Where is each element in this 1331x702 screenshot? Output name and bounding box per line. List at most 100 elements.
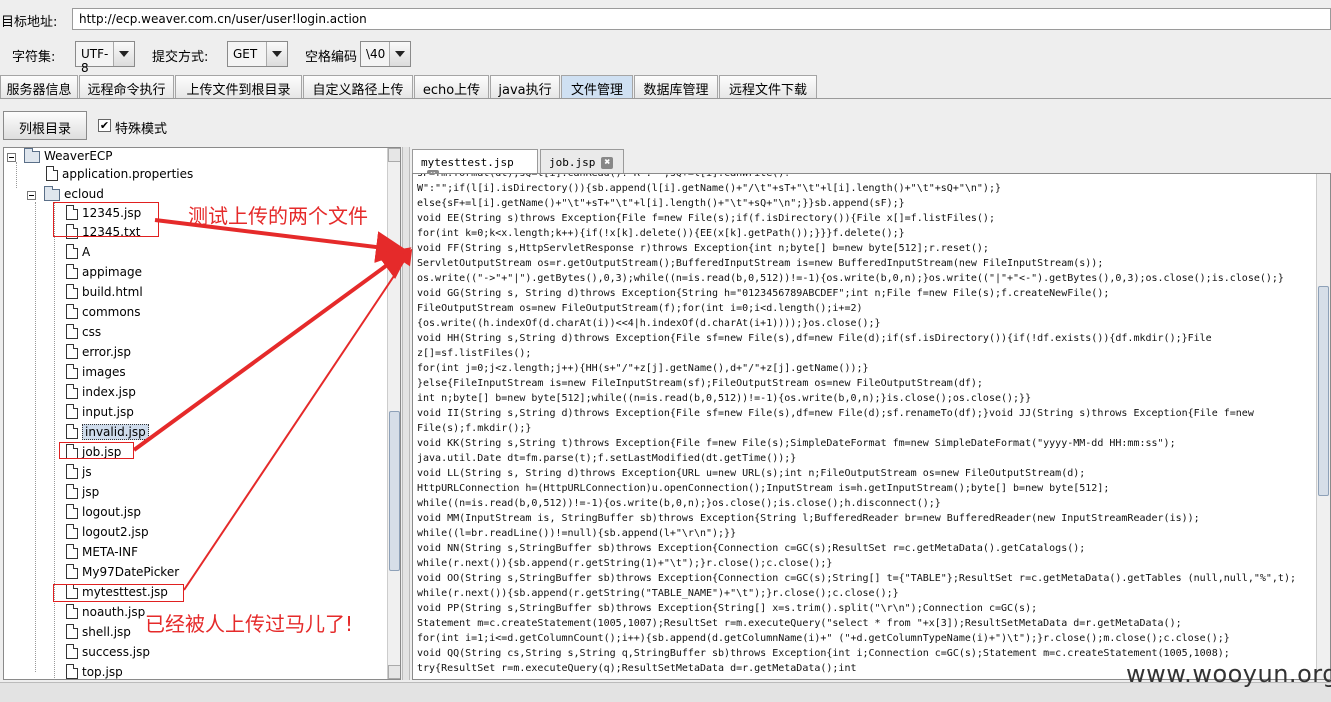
editor-tab-job[interactable]: job.jsp ✖ <box>540 149 624 173</box>
tree-node-label: invalid.jsp <box>82 423 149 440</box>
tree-node-file[interactable]: js <box>66 464 92 484</box>
tree-node-file[interactable]: index.jsp <box>66 384 136 404</box>
code-editor[interactable]: sF=fm.format(dt);sQ=l[i].canRead()?"R":"… <box>412 173 1331 680</box>
editor-tabs: mytesttest.jsp✖ job.jsp ✖ <box>412 147 1331 182</box>
tree-node-file[interactable]: jsp <box>66 484 99 504</box>
tree-node-file[interactable]: build.html <box>66 284 143 304</box>
tree-node-label: build.html <box>82 284 143 299</box>
folder-icon <box>24 148 40 163</box>
code-line: while((l=br.readLine())!=null){sb.append… <box>417 528 737 539</box>
tree-node-file-selected[interactable]: invalid.jsp <box>66 423 149 444</box>
editor-tab-label: mytesttest.jsp <box>421 156 514 169</box>
tree-node-label: noauth.jsp <box>82 604 146 619</box>
tree-node-label: shell.jsp <box>82 624 131 639</box>
scroll-up-icon[interactable] <box>388 148 400 162</box>
collapse-toggle[interactable] <box>27 191 36 200</box>
code-line: void FF(String s,HttpServletResponse r)t… <box>417 243 989 254</box>
special-mode-checkbox[interactable]: ✔ <box>98 119 111 132</box>
space-encoding-label: 空格编码 <box>305 50 358 65</box>
tab-java-exec[interactable]: java执行 <box>490 75 560 98</box>
charset-select[interactable]: UTF-8 <box>75 41 135 75</box>
tree-node-file[interactable]: logout.jsp <box>66 504 141 524</box>
scroll-thumb[interactable] <box>1318 286 1329 496</box>
space-encoding-select[interactable]: \40 <box>360 41 411 67</box>
code-line: }else{FileInputStream is=new FileInputSt… <box>417 378 983 389</box>
tree-node-file[interactable]: commons <box>66 304 141 324</box>
collapse-toggle[interactable] <box>7 153 16 162</box>
target-url-input[interactable]: http://ecp.weaver.com.cn/user/user!login… <box>72 8 1331 30</box>
code-line: FileOutputStream os=new FileOutputStream… <box>417 303 863 314</box>
tree-node-file[interactable]: noauth.jsp <box>66 604 145 624</box>
code-line: File(s);f.mkdir();} <box>417 423 532 434</box>
charset-value: UTF-8 <box>76 42 114 75</box>
tab-remote-command[interactable]: 远程命令执行 <box>79 75 174 98</box>
tree-node-file[interactable]: images <box>66 364 126 384</box>
code-line: void MM(InputStream is, StringBuffer sb)… <box>417 513 1200 524</box>
file-icon <box>66 264 78 279</box>
watermark: www.wooyun.org <box>1126 660 1331 688</box>
code-line: while(r.next()){sb.append(r.getString("T… <box>417 588 899 599</box>
file-icon <box>66 624 78 639</box>
tree-node-label: logout.jsp <box>82 504 141 519</box>
annotation-box-mytesttest <box>53 584 184 602</box>
chevron-down-icon[interactable] <box>267 42 287 66</box>
tree-node-file[interactable]: error.jsp <box>66 344 131 364</box>
tab-remote-download[interactable]: 远程文件下载 <box>719 75 817 98</box>
file-icon <box>66 324 78 339</box>
chevron-down-icon[interactable] <box>114 42 134 66</box>
tree-node-file[interactable]: input.jsp <box>66 404 134 424</box>
tree-node-file[interactable]: css <box>66 324 101 344</box>
tree-node-root[interactable]: WeaverECP <box>24 148 113 168</box>
split-pane-divider[interactable] <box>402 147 410 680</box>
tree-node-file[interactable]: success.jsp <box>66 644 150 664</box>
tree-node-label: input.jsp <box>82 404 134 419</box>
tree-node-label: My97DatePicker <box>82 564 180 579</box>
tree-node-file[interactable]: META-INF <box>66 544 138 564</box>
tab-custom-upload[interactable]: 自定义路径上传 <box>303 75 413 98</box>
tree-node-file[interactable]: appimage <box>66 264 142 284</box>
file-icon <box>66 644 78 659</box>
tree-node-label: A <box>82 244 91 259</box>
editor-tab-mytesttest[interactable]: mytesttest.jsp✖ <box>412 149 538 182</box>
tab-file-manager[interactable]: 文件管理 <box>561 75 633 98</box>
target-url-row: 目标地址: http://ecp.weaver.com.cn/user/user… <box>0 0 1331 38</box>
annotation-upload-note: 测试上传的两个文件 <box>188 204 368 228</box>
code-line: while((n=is.read(b,0,512))!=-1){os.write… <box>417 498 941 509</box>
code-line: for(int j=0;j<z.length;j++){HH(s+"/"+z[j… <box>417 363 869 374</box>
tree-node-file[interactable]: My97DatePicker <box>66 564 179 584</box>
scroll-down-icon[interactable] <box>388 665 400 679</box>
annotation-trojan-note: 已经被人上传过马儿了! <box>145 612 354 636</box>
submit-method-select[interactable]: GET <box>227 41 288 67</box>
code-line: z[]=sf.listFiles(); <box>417 348 532 359</box>
chevron-down-icon[interactable] <box>390 42 410 66</box>
tab-echo-upload[interactable]: echo上传 <box>414 75 489 98</box>
close-icon[interactable]: ✖ <box>601 157 614 169</box>
submit-method-label: 提交方式: <box>152 50 209 65</box>
scroll-thumb[interactable] <box>389 411 400 571</box>
tree-node-label: images <box>82 364 126 379</box>
file-icon <box>66 284 78 299</box>
tab-db-manager[interactable]: 数据库管理 <box>634 75 718 98</box>
tree-node-label: css <box>82 324 102 339</box>
tree-node-label: appimage <box>82 264 142 279</box>
tree-node-label: jsp <box>82 484 100 499</box>
tree-node-file[interactable]: shell.jsp <box>66 624 131 644</box>
code-line: ServletOutputStream os=r.getOutputStream… <box>417 258 1104 269</box>
file-icon <box>66 404 78 419</box>
code-line: os.write(("->"+"|").getBytes(),0,3);whil… <box>417 273 1284 284</box>
tab-upload-root[interactable]: 上传文件到根目录 <box>175 75 302 98</box>
tab-server-info[interactable]: 服务器信息 <box>0 75 78 98</box>
tree-node-label: WeaverECP <box>44 148 113 163</box>
tree-node-file[interactable]: application.properties <box>46 166 193 186</box>
tree-node-file[interactable]: A <box>66 244 90 264</box>
code-line: while(r.next()){sb.append(r.getString(1)… <box>417 558 833 569</box>
tree-scrollbar[interactable] <box>387 148 400 679</box>
tree-node-file[interactable]: top.jsp <box>66 664 123 679</box>
code-line: void QQ(String cs,String s,String q,Stri… <box>417 648 1230 659</box>
file-icon <box>66 604 78 619</box>
file-icon <box>66 544 78 559</box>
list-root-button[interactable]: 列根目录 <box>3 111 87 140</box>
code-scrollbar[interactable] <box>1316 174 1330 679</box>
code-line: HttpURLConnection h=(HttpURLConnection)u… <box>417 483 1110 494</box>
tree-node-file[interactable]: logout2.jsp <box>66 524 149 544</box>
